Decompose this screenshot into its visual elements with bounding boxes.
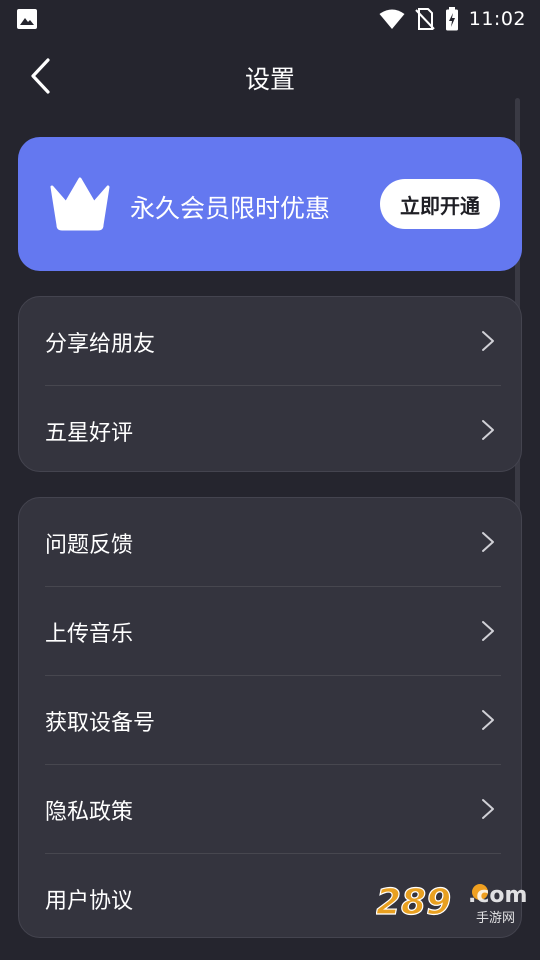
- upload-music-item[interactable]: 上传音乐: [19, 587, 521, 676]
- feedback-label: 问题反馈: [45, 532, 134, 558]
- settings-group-share: 分享给朋友 五星好评: [18, 296, 522, 472]
- watermark-number: 289: [376, 882, 451, 923]
- wifi-icon: [379, 9, 405, 29]
- vip-promo-text: 永久会员限时优惠: [130, 194, 331, 223]
- status-bar: 11:02: [0, 0, 540, 38]
- app-header: 设置: [0, 38, 540, 116]
- settings-screen: 11:02 设置 永久会员限时优惠 立即开通 分享给朋友 五星好评 问题反馈 上…: [0, 0, 540, 960]
- watermark-caption: 手游网: [476, 911, 515, 926]
- privacy-policy-item[interactable]: 隐私政策: [19, 765, 521, 854]
- open-membership-button[interactable]: 立即开通: [380, 179, 500, 229]
- battery-charging-icon: [445, 7, 458, 31]
- site-watermark: 289 .com 手游网: [376, 881, 526, 926]
- chevron-right-icon: [482, 621, 494, 641]
- no-sim-icon: [415, 8, 435, 30]
- upload-music-label: 上传音乐: [45, 621, 134, 647]
- settings-group-support: 问题反馈 上传音乐 获取设备号 隐私政策 用户协议: [18, 497, 522, 938]
- page-title: 设置: [244, 65, 295, 94]
- image-icon: [17, 9, 37, 29]
- vip-banner[interactable]: 永久会员限时优惠 立即开通: [18, 137, 522, 271]
- chevron-right-icon: [482, 710, 494, 730]
- five-star-rating-item[interactable]: 五星好评: [19, 386, 521, 471]
- crown-icon: [50, 177, 110, 231]
- five-star-rating-label: 五星好评: [45, 420, 134, 446]
- chevron-right-icon: [482, 331, 494, 351]
- chevron-right-icon: [482, 799, 494, 819]
- chevron-right-icon: [482, 420, 494, 440]
- user-agreement-label: 用户协议: [45, 888, 134, 914]
- get-device-id-label: 获取设备号: [45, 710, 156, 736]
- privacy-policy-label: 隐私政策: [45, 799, 134, 825]
- chevron-right-icon: [482, 532, 494, 552]
- get-device-id-item[interactable]: 获取设备号: [19, 676, 521, 765]
- share-to-friends-item[interactable]: 分享给朋友: [19, 297, 521, 386]
- status-left: [16, 8, 38, 30]
- watermark-suffix: .com: [468, 883, 526, 908]
- feedback-item[interactable]: 问题反馈: [19, 498, 521, 587]
- status-time: 11:02: [468, 8, 526, 30]
- share-to-friends-label: 分享给朋友: [45, 331, 156, 357]
- status-right: 11:02: [379, 7, 526, 31]
